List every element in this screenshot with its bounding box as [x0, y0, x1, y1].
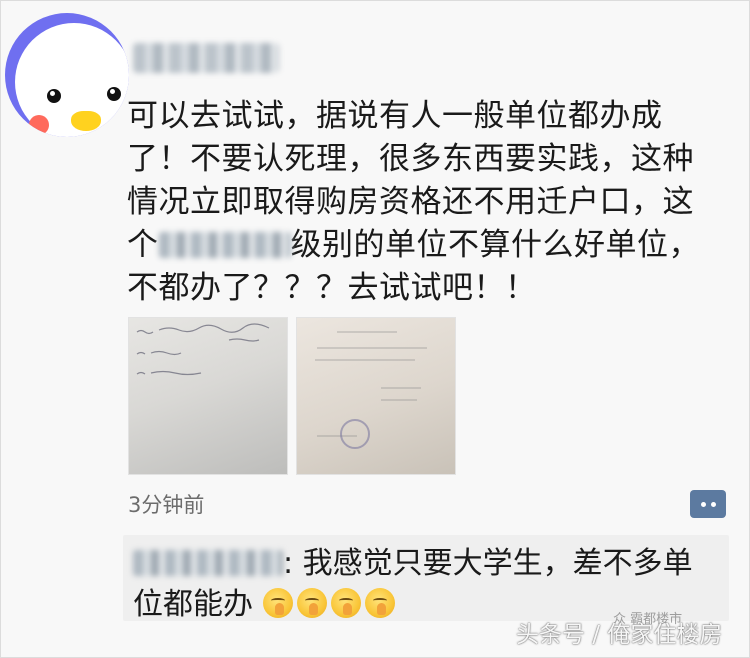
- post-line-4: 个 级别的单位不算什么好单位，: [127, 224, 727, 267]
- post-line-2: 了！不要认死理，很多东西要实践，这种: [127, 141, 694, 177]
- grimace-emoji-icon: [330, 588, 361, 618]
- avatar-left-eye: [47, 89, 61, 103]
- post-line-5: 不都办了？？？去试试吧！！: [127, 270, 537, 306]
- avatar-beak: [71, 111, 101, 131]
- post-timestamp: 3分钟前: [128, 493, 205, 517]
- moments-post: 可以去试试，据说有人一般单位都办成 了！不要认死理，很多东西要实践，这种 情况立…: [0, 0, 750, 658]
- blurred-organization: [158, 232, 291, 258]
- avatar-left-cheek: [29, 115, 49, 135]
- grimace-emoji-icon: [364, 588, 395, 618]
- post-line-4-prefix: 个: [127, 227, 159, 263]
- more-dot: [700, 501, 706, 507]
- grimace-emoji-icon: [296, 588, 327, 618]
- post-line-1: 可以去试试，据说有人一般单位都办成: [127, 98, 663, 134]
- comment-line-1: : 我感觉只要大学生，差不多单: [133, 543, 723, 584]
- more-options-icon[interactable]: [690, 490, 726, 518]
- avatar-face: [15, 23, 129, 137]
- post-photo-1[interactable]: [128, 317, 288, 475]
- photo-2-document: [315, 331, 427, 449]
- post-line-3: 情况立即取得购房资格还不用迁户口，这: [127, 184, 694, 220]
- comment-text-2: 位都能办: [133, 587, 253, 622]
- blurred-commenter-name[interactable]: [133, 550, 283, 576]
- comment-text-1: 我感觉只要大学生，差不多单: [293, 546, 693, 581]
- blurred-username[interactable]: [133, 43, 279, 73]
- post-photo-2[interactable]: [296, 317, 456, 475]
- post-line-4-text: 级别的单位不算什么好单位，: [290, 227, 700, 263]
- penguin-avatar-icon[interactable]: [5, 13, 129, 137]
- photo-1-handwriting: [136, 323, 270, 376]
- comment-separator: :: [283, 546, 294, 581]
- post-text: 可以去试试，据说有人一般单位都办成 了！不要认死理，很多东西要实践，这种 情况立…: [127, 95, 727, 310]
- grimace-emoji-icon: [262, 588, 293, 618]
- avatar-right-eye: [107, 87, 121, 101]
- watermark: 头条号 / 俺家住楼房: [516, 622, 723, 648]
- more-dot: [710, 501, 716, 507]
